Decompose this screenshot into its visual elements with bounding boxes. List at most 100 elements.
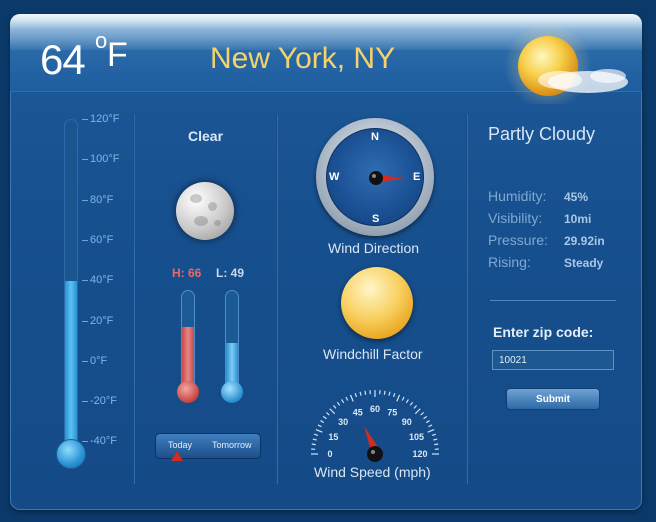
stat-value: 29.92in xyxy=(564,234,605,248)
gauge-tick xyxy=(392,392,396,398)
compass-needle-icon xyxy=(369,171,405,185)
thermometer-tick xyxy=(82,441,88,443)
stat-value: 45% xyxy=(564,190,589,204)
stat-value: 10mi xyxy=(564,212,592,226)
gauge-tick xyxy=(329,408,336,415)
thermometer-tick xyxy=(82,401,88,403)
zip-label: Enter zip code: xyxy=(493,324,594,340)
gauge-tick xyxy=(388,391,391,396)
weather-widget: 64 o F New York, NY 120°F 100°F 80°F 60°… xyxy=(10,14,642,510)
high-thermometer-tube xyxy=(181,290,195,386)
gauge-tick xyxy=(349,394,354,402)
thermometer-tick xyxy=(82,239,88,241)
gauge-label: 75 xyxy=(387,407,397,417)
gauge-label: 45 xyxy=(353,407,363,417)
windchill-orb-icon xyxy=(341,267,413,339)
thermometer-tick-label: 40°F xyxy=(90,274,114,287)
current-temperature: 64 o F xyxy=(40,28,128,84)
degree-symbol: o xyxy=(95,28,107,53)
wind-direction-label: Wind Direction xyxy=(328,240,420,256)
thermometer-tick xyxy=(82,119,88,120)
high-temperature: H: 66 xyxy=(172,266,202,280)
thermometer-tick-label: 80°F xyxy=(90,193,114,206)
gauge-tick xyxy=(433,438,438,441)
thermometer-tick-label: 60°F xyxy=(90,233,114,246)
thermometer-tick xyxy=(82,320,88,322)
gauge-tick xyxy=(315,428,323,433)
thermometer-tick xyxy=(82,199,88,201)
thermometer-bulb xyxy=(56,439,86,469)
gauge-tick xyxy=(313,433,319,437)
gauge-label: 120 xyxy=(412,449,427,459)
gauge-tick xyxy=(317,424,322,428)
gauge-tick xyxy=(420,411,425,416)
low-thermometer-bulb xyxy=(221,381,243,403)
gauge-tick xyxy=(332,404,337,409)
gauge-label: 105 xyxy=(409,432,424,442)
thermometer-tick-label: 0°F xyxy=(90,354,108,367)
stat-name: Rising: xyxy=(488,254,531,270)
gauge-tick xyxy=(396,394,401,402)
compass-face: N E S W xyxy=(326,128,424,226)
thermometer-tube xyxy=(64,119,78,449)
gauge-tick xyxy=(431,433,437,437)
low-temperature: L: 49 xyxy=(216,266,245,280)
gauge-tick xyxy=(311,443,316,446)
gauge-tick xyxy=(405,399,409,404)
low-thermometer-tube xyxy=(225,290,239,386)
section-divider xyxy=(490,300,616,301)
gauge-tick xyxy=(427,428,435,433)
gauge-tick xyxy=(423,415,428,420)
thermometer-tick-label: -20°F xyxy=(90,395,118,408)
stat-value: Steady xyxy=(564,256,604,270)
partly-cloudy-icon xyxy=(504,24,628,104)
gauge-tick xyxy=(312,438,317,441)
wind-speed-label: Wind Speed (mph) xyxy=(314,464,431,480)
thermometer-mercury xyxy=(65,280,77,448)
stat-name: Humidity: xyxy=(488,188,547,204)
column-divider xyxy=(133,114,135,484)
city-name: New York, NY xyxy=(210,42,396,75)
temperature-value: 64 xyxy=(40,36,86,83)
column-divider xyxy=(466,114,468,484)
submit-button[interactable]: Submit xyxy=(506,388,600,410)
wind-speed-gauge: 0 1530 45 60 75 90 105 120 xyxy=(311,390,439,462)
gauge-tick xyxy=(409,401,414,406)
gauge-tick xyxy=(428,424,433,428)
toggle-today[interactable]: Today xyxy=(168,440,192,450)
gauge-label: 0 xyxy=(327,449,332,459)
gauge-tick xyxy=(413,404,418,409)
thermometer-tick xyxy=(82,360,88,362)
thermometer-tick xyxy=(82,280,88,282)
toggle-tomorrow[interactable]: Tomorrow xyxy=(212,440,252,450)
zip-input[interactable] xyxy=(492,350,614,370)
temperature-thermometer: 120°F 100°F 80°F 60°F 40°F 20°F 0°F -20°F -40°F xyxy=(54,114,164,474)
day-toggle[interactable]: Today Tomorrow xyxy=(155,433,261,461)
gauge-hub xyxy=(367,446,383,462)
gauge-tick xyxy=(325,411,330,416)
gauge-tick xyxy=(320,420,325,424)
stat-name: Visibility: xyxy=(488,210,543,226)
column-divider xyxy=(276,114,278,484)
high-thermometer-fill xyxy=(182,326,194,385)
wind-compass: N E S W xyxy=(316,118,434,236)
gauge-tick xyxy=(354,392,358,398)
windchill-label: Windchill Factor xyxy=(323,346,423,362)
gauge-tick xyxy=(364,390,367,395)
thermometer-tick-label: 20°F xyxy=(90,314,114,327)
gauge-tick xyxy=(401,396,405,401)
temperature-unit: F xyxy=(107,36,128,74)
gauge-tick xyxy=(425,420,430,424)
gauge-tick xyxy=(434,443,439,446)
gauge-tick xyxy=(414,408,421,415)
moon-icon xyxy=(176,182,234,240)
header-bar: 64 o F New York, NY xyxy=(10,14,642,104)
gauge-tick xyxy=(383,390,386,395)
gauge-label: 15 xyxy=(328,432,338,442)
thermometer-tick xyxy=(82,159,88,161)
thermometer-tick-label: -40°F xyxy=(90,435,118,448)
gauge-label: 30 xyxy=(338,417,348,427)
gauge-tick xyxy=(359,391,362,396)
gauge-tick xyxy=(336,401,341,406)
thermometer-tick-label: 100°F xyxy=(90,153,120,166)
